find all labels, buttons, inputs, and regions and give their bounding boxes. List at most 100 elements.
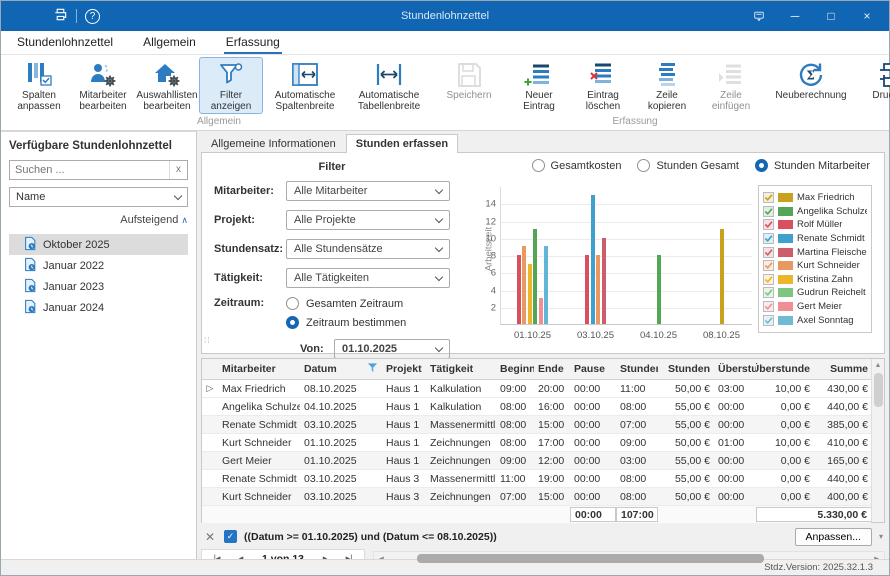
- table-cell: 03.10.2025: [300, 491, 382, 503]
- auswahllisten-bearbeiten-button[interactable]: Auswahllisten bearbeiten: [135, 57, 199, 114]
- sidebar-item-januar-2024[interactable]: Januar 2024: [9, 297, 188, 318]
- maximize-button[interactable]: □: [815, 4, 847, 28]
- print-icon[interactable]: [53, 7, 68, 25]
- table-cell: 50,00 €: [658, 383, 714, 395]
- stundensatz-select[interactable]: Alle Stundensätze: [286, 239, 450, 259]
- column-header-summe[interactable]: Summe: [814, 363, 872, 375]
- spalten-anpassen-button[interactable]: Spalten anpassen: [7, 57, 71, 114]
- column-header-ende[interactable]: Ende: [534, 363, 570, 375]
- column-header--berstu[interactable]: Überstu: [714, 363, 756, 375]
- table-row[interactable]: Angelika Schulze04.10.2025Haus 1Kalkulat…: [202, 398, 871, 416]
- legend-checkbox[interactable]: [763, 192, 774, 203]
- legend-checkbox[interactable]: [763, 274, 774, 285]
- x-tick-label: 08.10.25: [703, 330, 740, 341]
- tab-stunden-erfassen[interactable]: Stunden erfassen: [346, 134, 458, 153]
- vertical-scroll-thumb[interactable]: [874, 373, 883, 407]
- sort-order-toggle[interactable]: Aufsteigend ∧: [9, 214, 188, 226]
- chart: Arbeitszeit246810121401.10.2503.10.2504.…: [500, 187, 752, 325]
- taetigkeit-select[interactable]: Alle Tätigkeiten: [286, 268, 450, 288]
- table-cell: Haus 1: [382, 455, 426, 467]
- column-header-pause[interactable]: Pause: [570, 363, 616, 375]
- legend-checkbox[interactable]: [763, 301, 774, 312]
- ribbon-group-label: Erfassung: [507, 116, 763, 130]
- legend-checkbox[interactable]: [763, 219, 774, 230]
- filter-anzeigen-button[interactable]: Filter anzeigen: [199, 57, 263, 114]
- horizontal-scrollbar[interactable]: ◀ ▶: [373, 551, 885, 566]
- neuer-eintrag-button[interactable]: Neuer Eintrag: [507, 57, 571, 114]
- hours-table: MitarbeiterDatumProjektTätigkeitBeginnEn…: [201, 358, 885, 523]
- mitarbeiter-select[interactable]: Alle Mitarbeiter: [286, 181, 450, 201]
- table-row[interactable]: Kurt Schneider01.10.2025Haus 1Zeichnunge…: [202, 434, 871, 452]
- projekt-select[interactable]: Alle Projekte: [286, 210, 450, 230]
- column-header-mitarbeiter[interactable]: Mitarbeiter: [218, 363, 300, 375]
- tab-allgemeine-informationen[interactable]: Allgemeine Informationen: [201, 134, 346, 153]
- chart-bar: [585, 255, 589, 324]
- taetigkeit-label: Tätigkeit:: [214, 272, 286, 284]
- menu-tab-allgemein[interactable]: Allgemein: [141, 31, 198, 54]
- legend-name: Angelika Schulze: [797, 206, 867, 217]
- drucken-button[interactable]: Drucken: [859, 57, 890, 103]
- sort-field-select[interactable]: Name: [9, 187, 188, 207]
- legend-checkbox[interactable]: [763, 287, 774, 298]
- vertical-scrollbar[interactable]: ▲: [871, 359, 884, 522]
- legend-checkbox[interactable]: [763, 260, 774, 271]
- legend-item: Kurt Schneider: [763, 259, 867, 273]
- automatische-spaltenbreite-button[interactable]: Automatische Spaltenbreite: [263, 57, 347, 114]
- scroll-up-icon[interactable]: ▲: [875, 359, 882, 372]
- column-header-projekt[interactable]: Projekt: [382, 363, 426, 375]
- von-date-select[interactable]: 01.10.2025: [334, 339, 450, 359]
- adjust-filter-button[interactable]: Anpassen...: [795, 528, 872, 546]
- column-header-t-tigkeit[interactable]: Tätigkeit: [426, 363, 496, 375]
- filter-active-checkbox[interactable]: ✓: [224, 530, 237, 543]
- radio-zeitraum-bestimmen[interactable]: [286, 316, 299, 329]
- sidebar-item-januar-2023[interactable]: Januar 2023: [9, 276, 188, 297]
- table-row[interactable]: Renate Schmidt03.10.2025Haus 3Massenermi…: [202, 470, 871, 488]
- neuberechnung-button[interactable]: ΣNeuberechnung: [769, 57, 853, 103]
- column-header--berstunde[interactable]: Überstunde: [756, 363, 814, 375]
- clear-search-button[interactable]: x: [169, 161, 187, 179]
- chart-radio-label: Stunden Gesamt: [656, 160, 739, 172]
- legend-name: Kurt Schneider: [797, 260, 860, 271]
- mitarbeiter-bearbeiten-button[interactable]: Mitarbeiter bearbeiten: [71, 57, 135, 114]
- automatische-tabellenbreite-button[interactable]: Automatische Tabellenbreite: [347, 57, 431, 114]
- radio-icon: [532, 159, 545, 172]
- remove-filter-icon[interactable]: ✕: [203, 530, 217, 544]
- legend-checkbox[interactable]: [763, 247, 774, 258]
- chart-radio-label: Gesamtkosten: [551, 160, 622, 172]
- table-row[interactable]: Renate Schmidt03.10.2025Haus 1Massenermi…: [202, 416, 871, 434]
- close-button[interactable]: ×: [851, 4, 883, 28]
- menu-tab-erfassung[interactable]: Erfassung: [224, 31, 282, 54]
- filter-dropdown-icon[interactable]: ▾: [879, 532, 883, 541]
- timesheet-doc-icon: [23, 257, 37, 275]
- chart-radio-stunden-mitarbeiter[interactable]: Stunden Mitarbeiter: [755, 159, 870, 172]
- window-controls: ─ □ ×: [743, 4, 889, 28]
- splitter-grip[interactable]: ⁞⁞: [204, 336, 210, 345]
- column-header-stunden[interactable]: Stunden: [616, 363, 658, 375]
- ribbon-button-label: Filter anzeigen: [201, 90, 261, 112]
- legend-checkbox[interactable]: [763, 233, 774, 244]
- chart-radio-stunden-gesamt[interactable]: Stunden Gesamt: [637, 159, 739, 172]
- ribbon-pin-icon[interactable]: [743, 4, 775, 28]
- column-filter-icon[interactable]: [367, 362, 378, 376]
- help-icon[interactable]: ?: [85, 9, 100, 24]
- chevron-down-icon: [435, 343, 443, 351]
- content-tab-strip: Allgemeine InformationenStunden erfassen: [201, 134, 885, 153]
- sidebar-item-januar-2022[interactable]: Januar 2022: [9, 255, 188, 276]
- table-row[interactable]: Kurt Schneider03.10.2025Haus 3Zeichnunge…: [202, 488, 871, 506]
- menu-tab-stundenlohnzettel[interactable]: Stundenlohnzettel: [15, 31, 115, 54]
- search-input[interactable]: [10, 164, 169, 176]
- column-header-stunden[interactable]: Stunden: [658, 363, 714, 375]
- radio-gesamten-zeitraum[interactable]: [286, 297, 299, 310]
- chart-radio-gesamtkosten[interactable]: Gesamtkosten: [532, 159, 622, 172]
- minimize-button[interactable]: ─: [779, 4, 811, 28]
- table-row[interactable]: ▷Max Friedrich08.10.2025Haus 1Kalkulatio…: [202, 380, 871, 398]
- legend-checkbox[interactable]: [763, 206, 774, 217]
- zeile-kopieren-button[interactable]: Zeile kopieren: [635, 57, 699, 114]
- column-header-datum[interactable]: Datum: [300, 362, 382, 376]
- sidebar-item-oktober-2025[interactable]: Oktober 2025: [9, 234, 188, 255]
- horizontal-scroll-thumb[interactable]: [417, 554, 764, 563]
- legend-checkbox[interactable]: [763, 315, 774, 326]
- column-header-beginn[interactable]: Beginn: [496, 363, 534, 375]
- table-row[interactable]: Gert Meier01.10.2025Haus 1Zeichnungen09:…: [202, 452, 871, 470]
- eintrag-loeschen-button[interactable]: Eintrag löschen: [571, 57, 635, 114]
